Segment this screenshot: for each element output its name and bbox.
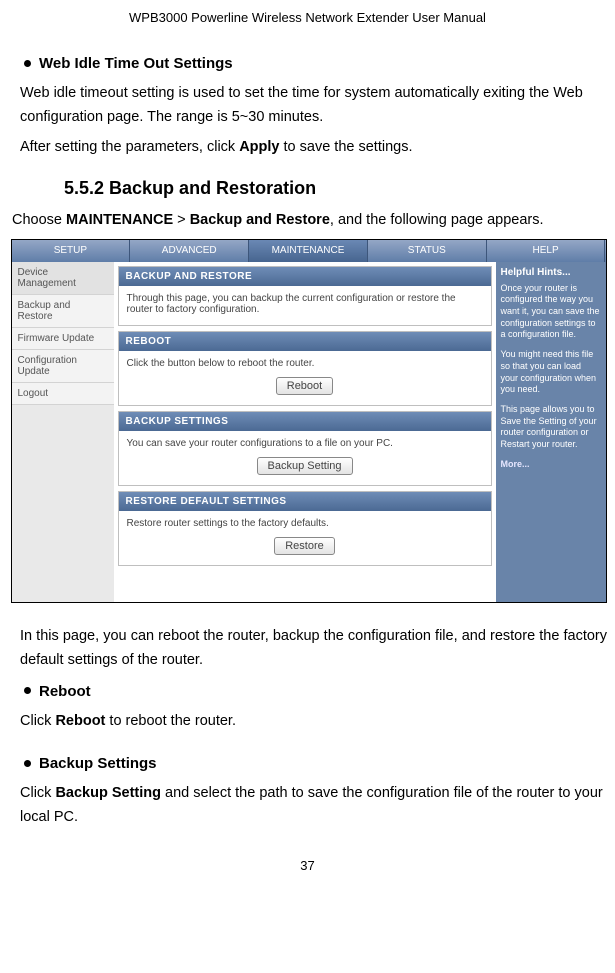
panel-body: You can save your router configurations … xyxy=(119,431,491,485)
backup-setting-word: Backup Setting xyxy=(55,785,161,801)
idle-paragraph-1: Web idle timeout setting is used to set … xyxy=(20,82,607,130)
panel-backup-and-restore: BACKUP AND RESTORE Through this page, yo… xyxy=(118,266,492,326)
page-number: 37 xyxy=(0,858,615,873)
hints-paragraph: This page allows you to Save the Setting… xyxy=(501,404,601,451)
reboot-button[interactable]: Reboot xyxy=(276,377,333,395)
helpful-hints-panel: Helpful Hints... Once your router is con… xyxy=(496,262,606,602)
text-frag: Click xyxy=(20,785,55,801)
sidebar-item-logout[interactable]: Logout xyxy=(12,383,114,405)
heading-text: Backup Settings xyxy=(39,755,157,772)
panel-body: Restore router settings to the factory d… xyxy=(119,511,491,565)
panel-reboot: REBOOT Click the button below to reboot … xyxy=(118,331,492,406)
text-frag: to save the settings. xyxy=(279,139,412,155)
sidebar-item-firmware-update[interactable]: Firmware Update xyxy=(12,328,114,350)
bullet-icon xyxy=(24,687,31,694)
choose-paragraph: Choose MAINTENANCE > Backup and Restore,… xyxy=(12,209,607,233)
text-frag: to reboot the router. xyxy=(105,713,236,729)
tab-maintenance[interactable]: MAINTENANCE xyxy=(249,240,368,262)
router-main: BACKUP AND RESTORE Through this page, yo… xyxy=(114,262,496,602)
router-sidebar: Device Management Backup and Restore Fir… xyxy=(12,262,114,602)
tab-help[interactable]: HELP xyxy=(487,240,606,262)
panel-text: Restore router settings to the factory d… xyxy=(127,518,329,529)
panel-title: BACKUP AND RESTORE xyxy=(119,267,491,286)
heading-text: Web Idle Time Out Settings xyxy=(39,55,233,72)
heading-web-idle: Web Idle Time Out Settings xyxy=(24,55,607,72)
bullet-icon xyxy=(24,60,31,67)
sidebar-item-backup-restore[interactable]: Backup and Restore xyxy=(12,295,114,328)
panel-body: Through this page, you can backup the cu… xyxy=(119,286,491,325)
idle-paragraph-2: After setting the parameters, click Appl… xyxy=(20,136,607,160)
panel-title: RESTORE DEFAULT SETTINGS xyxy=(119,492,491,511)
reboot-paragraph: Click Reboot to reboot the router. xyxy=(20,710,607,734)
router-ui-screenshot: SETUP ADVANCED MAINTENANCE STATUS HELP D… xyxy=(11,239,607,603)
heading-5-5-2: 5.5.2 Backup and Restoration xyxy=(64,178,607,199)
sidebar-item-device-management[interactable]: Device Management xyxy=(12,262,114,295)
panel-text: You can save your router configurations … xyxy=(127,438,393,449)
sidebar-item-configuration-update[interactable]: Configuration Update xyxy=(12,350,114,383)
heading-text: Reboot xyxy=(39,683,91,700)
panel-text: Click the button below to reboot the rou… xyxy=(127,358,315,369)
hints-paragraph: You might need this file so that you can… xyxy=(501,349,601,396)
text-frag: , and the following page appears. xyxy=(330,212,544,228)
maintenance-word: MAINTENANCE xyxy=(66,212,173,228)
backup-setting-button[interactable]: Backup Setting xyxy=(257,457,353,475)
apply-word: Apply xyxy=(239,139,279,155)
text-frag: Choose xyxy=(12,212,66,228)
hints-title: Helpful Hints... xyxy=(501,266,601,279)
backup-settings-paragraph: Click Backup Setting and select the path… xyxy=(20,782,607,830)
heading-reboot: Reboot xyxy=(24,683,607,700)
hints-more-link[interactable]: More... xyxy=(501,459,601,471)
backup-restore-word: Backup and Restore xyxy=(190,212,330,228)
text-frag: After setting the parameters, click xyxy=(20,139,239,155)
panel-title: REBOOT xyxy=(119,332,491,351)
bullet-icon xyxy=(24,760,31,767)
after-image-paragraph: In this page, you can reboot the router,… xyxy=(20,625,607,673)
heading-backup-settings: Backup Settings xyxy=(24,755,607,772)
text-frag: Click xyxy=(20,713,55,729)
tab-advanced[interactable]: ADVANCED xyxy=(130,240,249,262)
restore-button[interactable]: Restore xyxy=(274,537,335,555)
text-frag: > xyxy=(173,212,190,228)
reboot-word: Reboot xyxy=(55,713,105,729)
panel-backup-settings: BACKUP SETTINGS You can save your router… xyxy=(118,411,492,486)
router-tabs: SETUP ADVANCED MAINTENANCE STATUS HELP xyxy=(12,240,606,262)
panel-restore-default: RESTORE DEFAULT SETTINGS Restore router … xyxy=(118,491,492,566)
hints-paragraph: Once your router is configured the way y… xyxy=(501,283,601,341)
panel-body: Click the button below to reboot the rou… xyxy=(119,351,491,405)
panel-title: BACKUP SETTINGS xyxy=(119,412,491,431)
tab-status[interactable]: STATUS xyxy=(368,240,487,262)
doc-header: WPB3000 Powerline Wireless Network Exten… xyxy=(0,10,615,25)
tab-setup[interactable]: SETUP xyxy=(12,240,131,262)
